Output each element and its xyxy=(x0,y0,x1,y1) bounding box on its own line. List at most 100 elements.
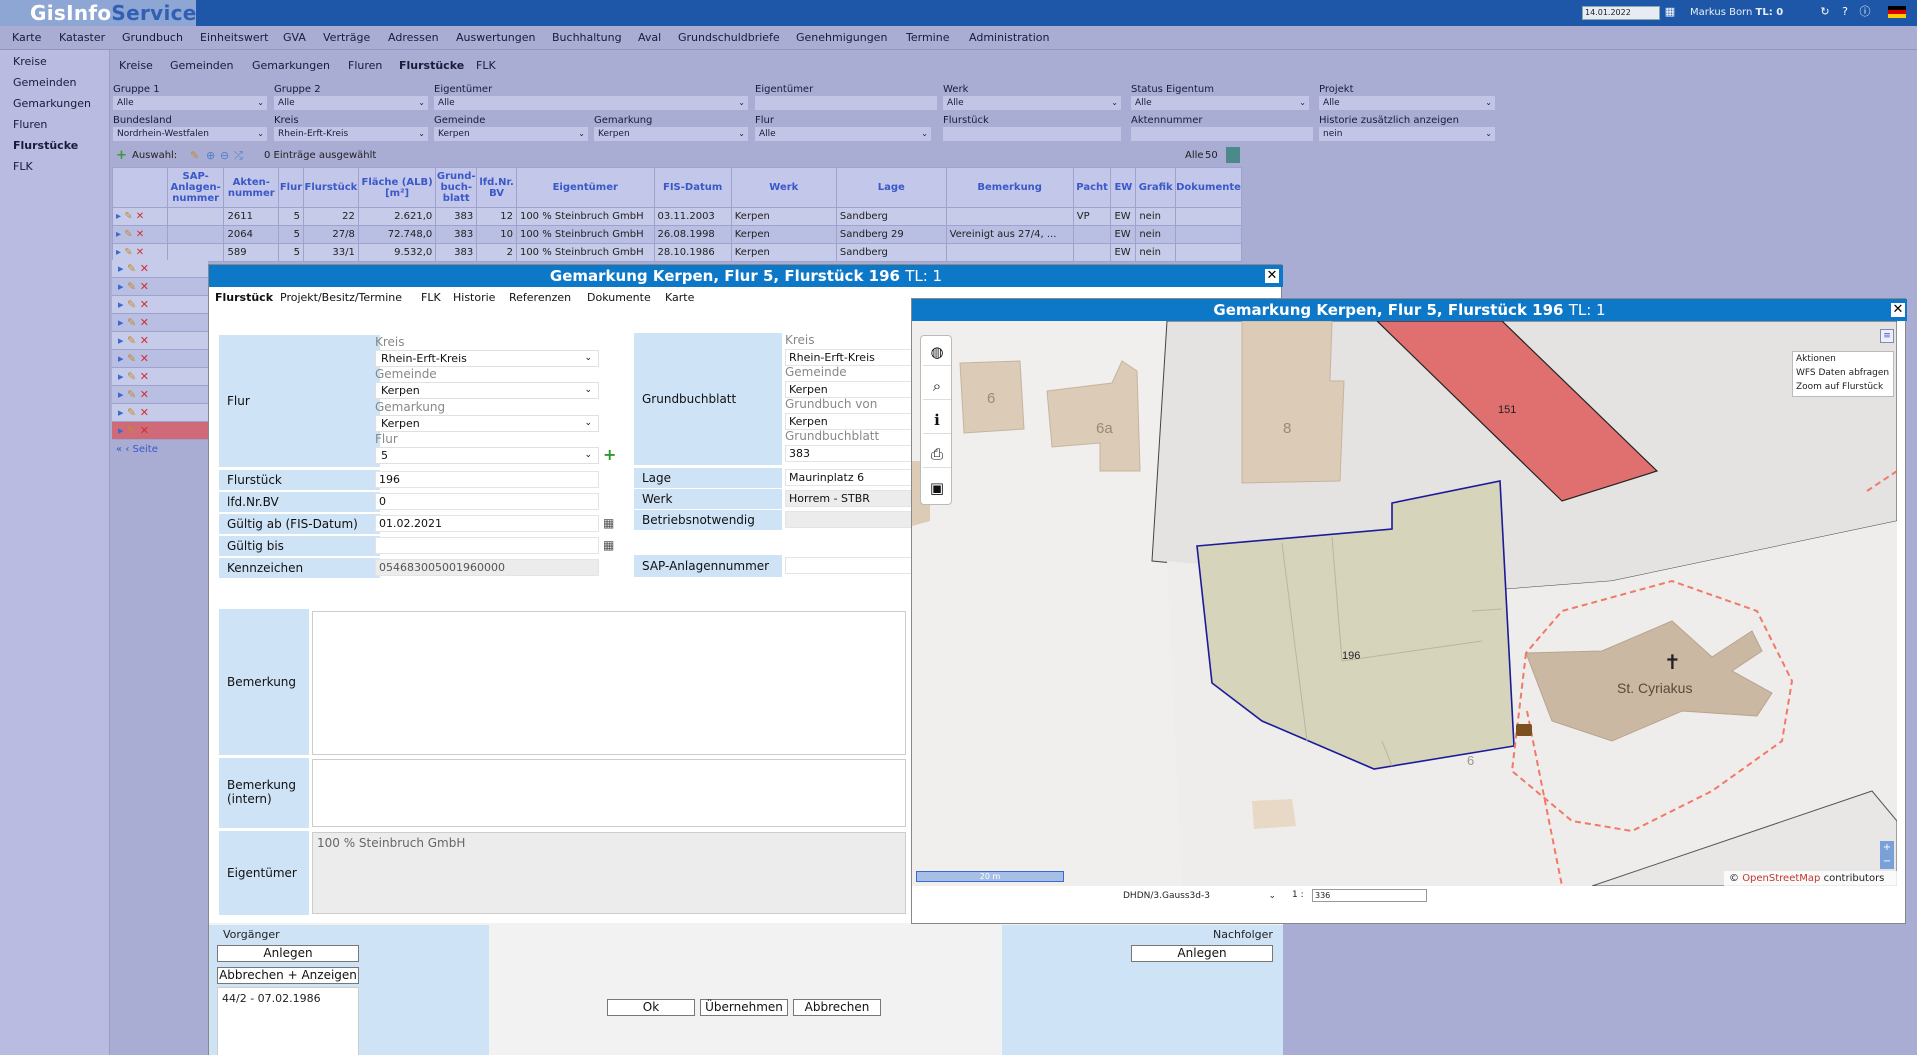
menu-gva[interactable]: GVA xyxy=(283,26,306,50)
filter-eigentuemer-select[interactable]: Alle ⌄ xyxy=(434,96,748,110)
minus-circle-icon[interactable]: ⊖ xyxy=(220,149,229,162)
grid-header-bemerkung[interactable]: Bemerkung xyxy=(945,167,1074,208)
flag-de-icon[interactable] xyxy=(1888,6,1906,18)
subtab-fluren[interactable]: Fluren xyxy=(348,59,382,72)
ok-button[interactable]: Ok xyxy=(607,999,695,1016)
tab-historie[interactable]: Historie xyxy=(453,291,495,304)
grid-header-dokumente[interactable]: Dokumente xyxy=(1175,167,1242,208)
date-input[interactable]: 14.01.2022 xyxy=(1582,6,1660,20)
grid-header-fisdatum[interactable]: FIS-Datum xyxy=(653,167,732,208)
map-canvas[interactable]: 151 196 6 6 6a 8 ✝ St. Cyriakus 20 m © O… xyxy=(912,321,1897,886)
flur-select[interactable]: 5 ⌄ xyxy=(375,447,599,464)
map-menu-icon[interactable]: ≡ xyxy=(1880,329,1894,343)
table-row[interactable]: ▸ ✎ ✕ 589 5 33/1 9.532,0 383 2 100 % Ste… xyxy=(112,243,1242,262)
calendar-icon[interactable]: ▦ xyxy=(603,516,614,530)
info-icon[interactable]: ℹ xyxy=(923,406,951,434)
table-row[interactable]: ▸ ✎ ✕ 2611 5 22 2.621,0 383 12 100 % Ste… xyxy=(112,207,1242,226)
gbvon-input[interactable]: Kerpen xyxy=(785,413,913,430)
info-icon[interactable]: ⓘ xyxy=(1858,5,1872,19)
leftnav-gemeinden[interactable]: Gemeinden xyxy=(13,76,77,89)
table-row[interactable]: ▸ ✎ ✕ xyxy=(112,386,208,404)
add-flur-icon[interactable]: + xyxy=(603,445,616,464)
help-icon[interactable]: ? xyxy=(1838,5,1852,19)
subtab-kreise[interactable]: Kreise xyxy=(119,59,153,72)
table-row[interactable]: ▸ ✎ ✕ xyxy=(112,404,208,422)
abbrechen-button[interactable]: Abbrechen xyxy=(793,999,881,1016)
grid-header-flur[interactable]: Flur xyxy=(278,167,304,208)
gueltig-bis-input[interactable] xyxy=(375,537,599,554)
tab-karte[interactable]: Karte xyxy=(665,291,694,304)
vorgaenger-anlegen-button[interactable]: Anlegen xyxy=(217,945,359,962)
grid-header-akten[interactable]: Akten-nummer xyxy=(223,167,280,208)
row-actions[interactable]: ▸ ✎ ✕ xyxy=(112,243,168,262)
filter-gruppe2-select[interactable]: Alle ⌄ xyxy=(274,96,428,110)
lfdnr-input[interactable]: 0 xyxy=(375,493,599,510)
leftnav-flk[interactable]: FLK xyxy=(13,160,33,173)
gbblatt-input[interactable]: 383 xyxy=(785,445,913,462)
gemarkung-select[interactable]: Kerpen ⌄ xyxy=(375,415,599,432)
filter-historie-select[interactable]: nein ⌄ xyxy=(1319,127,1495,141)
werk-input[interactable]: Horrem - STBR xyxy=(785,490,913,507)
menu-buchhaltung[interactable]: Buchhaltung xyxy=(552,26,622,50)
plus-circle-icon[interactable]: ⊕ xyxy=(206,149,215,162)
uebernehmen-button[interactable]: Übernehmen xyxy=(700,999,788,1016)
filter-status-select[interactable]: Alle ⌄ xyxy=(1131,96,1309,110)
gb-gemeinde-input[interactable]: Kerpen xyxy=(785,381,913,398)
filter-werk-select[interactable]: Alle ⌄ xyxy=(943,96,1121,110)
tab-flurstueck[interactable]: Flurstück xyxy=(215,291,273,304)
ctx-zoom-flurstueck[interactable]: Zoom auf Flurstück xyxy=(1796,380,1893,394)
gb-kreis-input[interactable]: Rhein-Erft-Kreis xyxy=(785,349,913,366)
grid-header-lfdnr[interactable]: lfd.Nr. BV xyxy=(476,167,517,208)
tab-dokumente[interactable]: Dokumente xyxy=(587,291,651,304)
sap-input[interactable] xyxy=(785,557,913,574)
menu-genehmigungen[interactable]: Genehmigungen xyxy=(796,26,887,50)
betriebsnotwendig-input[interactable] xyxy=(785,511,913,528)
search-icon[interactable]: ⌕ xyxy=(923,372,951,400)
kreis-select[interactable]: Rhein-Erft-Kreis ⌄ xyxy=(375,350,599,367)
filter-kreis-select[interactable]: Rhein-Erft-Kreis ⌄ xyxy=(274,127,428,141)
leftnav-gemarkungen[interactable]: Gemarkungen xyxy=(13,97,91,110)
subtab-flurstuecke[interactable]: Flurstücke xyxy=(399,59,464,72)
menu-adressen[interactable]: Adressen xyxy=(388,26,439,50)
menu-termine[interactable]: Termine xyxy=(906,26,949,50)
filter-flurstueck-input[interactable] xyxy=(943,127,1121,141)
table-row[interactable]: ▸ ✎ ✕ xyxy=(112,314,208,332)
menu-aval[interactable]: Aval xyxy=(638,26,661,50)
table-row[interactable]: ▸ ✎ ✕ xyxy=(112,350,208,368)
menu-grundbuch[interactable]: Grundbuch xyxy=(122,26,183,50)
menu-auswertungen[interactable]: Auswertungen xyxy=(456,26,536,50)
table-row-selected[interactable]: ▸ ✎ ✕ xyxy=(112,422,208,440)
crs-select[interactable]: DHDN/3.Gauss3d-3 ⌄ xyxy=(1120,889,1280,903)
menu-administration[interactable]: Administration xyxy=(969,26,1050,50)
grid-header-grundbuchblatt[interactable]: Grund-buch-blatt xyxy=(435,167,478,208)
ctx-wfs-daten[interactable]: WFS Daten abfragen xyxy=(1796,366,1893,380)
map-svg[interactable]: 151 196 6 6 6a 8 ✝ St. Cyriakus xyxy=(912,321,1897,886)
subtab-flk[interactable]: FLK xyxy=(476,59,496,72)
menu-einheitswert[interactable]: Einheitswert xyxy=(200,26,268,50)
table-row[interactable]: ▸ ✎ ✕ xyxy=(112,260,208,278)
subtab-gemeinden[interactable]: Gemeinden xyxy=(170,59,234,72)
grid-header-pacht[interactable]: Pacht xyxy=(1072,167,1112,208)
zoom-control[interactable]: + − xyxy=(1880,841,1894,869)
menu-vertraege[interactable]: Verträge xyxy=(323,26,370,50)
filter-gemeinde-select[interactable]: Kerpen ⌄ xyxy=(434,127,588,141)
leftnav-kreise[interactable]: Kreise xyxy=(13,55,47,68)
scale-input[interactable]: 336 xyxy=(1312,889,1427,902)
tab-projekt[interactable]: Projekt/Besitz/Termine xyxy=(280,291,402,304)
nachfolger-anlegen-button[interactable]: Anlegen xyxy=(1131,945,1273,962)
grid-header-eigentuemer[interactable]: Eigentümer xyxy=(515,167,655,208)
first-page-icon[interactable]: « xyxy=(116,444,122,455)
abbrechen-anzeigen-button[interactable]: Abbrechen + Anzeigen xyxy=(217,967,359,984)
grid-header-sap[interactable]: SAP-Anlagen-nummer xyxy=(166,167,225,208)
bemerkung-intern-textarea[interactable] xyxy=(312,759,906,827)
page-size[interactable]: 50 xyxy=(1205,150,1218,161)
print-icon[interactable]: ⎙ xyxy=(923,440,951,468)
table-row[interactable]: ▸ ✎ ✕ xyxy=(112,278,208,296)
grid-header-werk[interactable]: Werk xyxy=(730,167,837,208)
table-row[interactable]: ▸ ✎ ✕ xyxy=(112,332,208,350)
prev-page-icon[interactable]: ‹ xyxy=(125,444,129,455)
table-row[interactable]: ▸ ✎ ✕ xyxy=(112,368,208,386)
globe-icon[interactable]: ◍ xyxy=(923,338,951,366)
filter-projekt-select[interactable]: Alle ⌄ xyxy=(1319,96,1495,110)
leftnav-fluren[interactable]: Fluren xyxy=(13,118,47,131)
